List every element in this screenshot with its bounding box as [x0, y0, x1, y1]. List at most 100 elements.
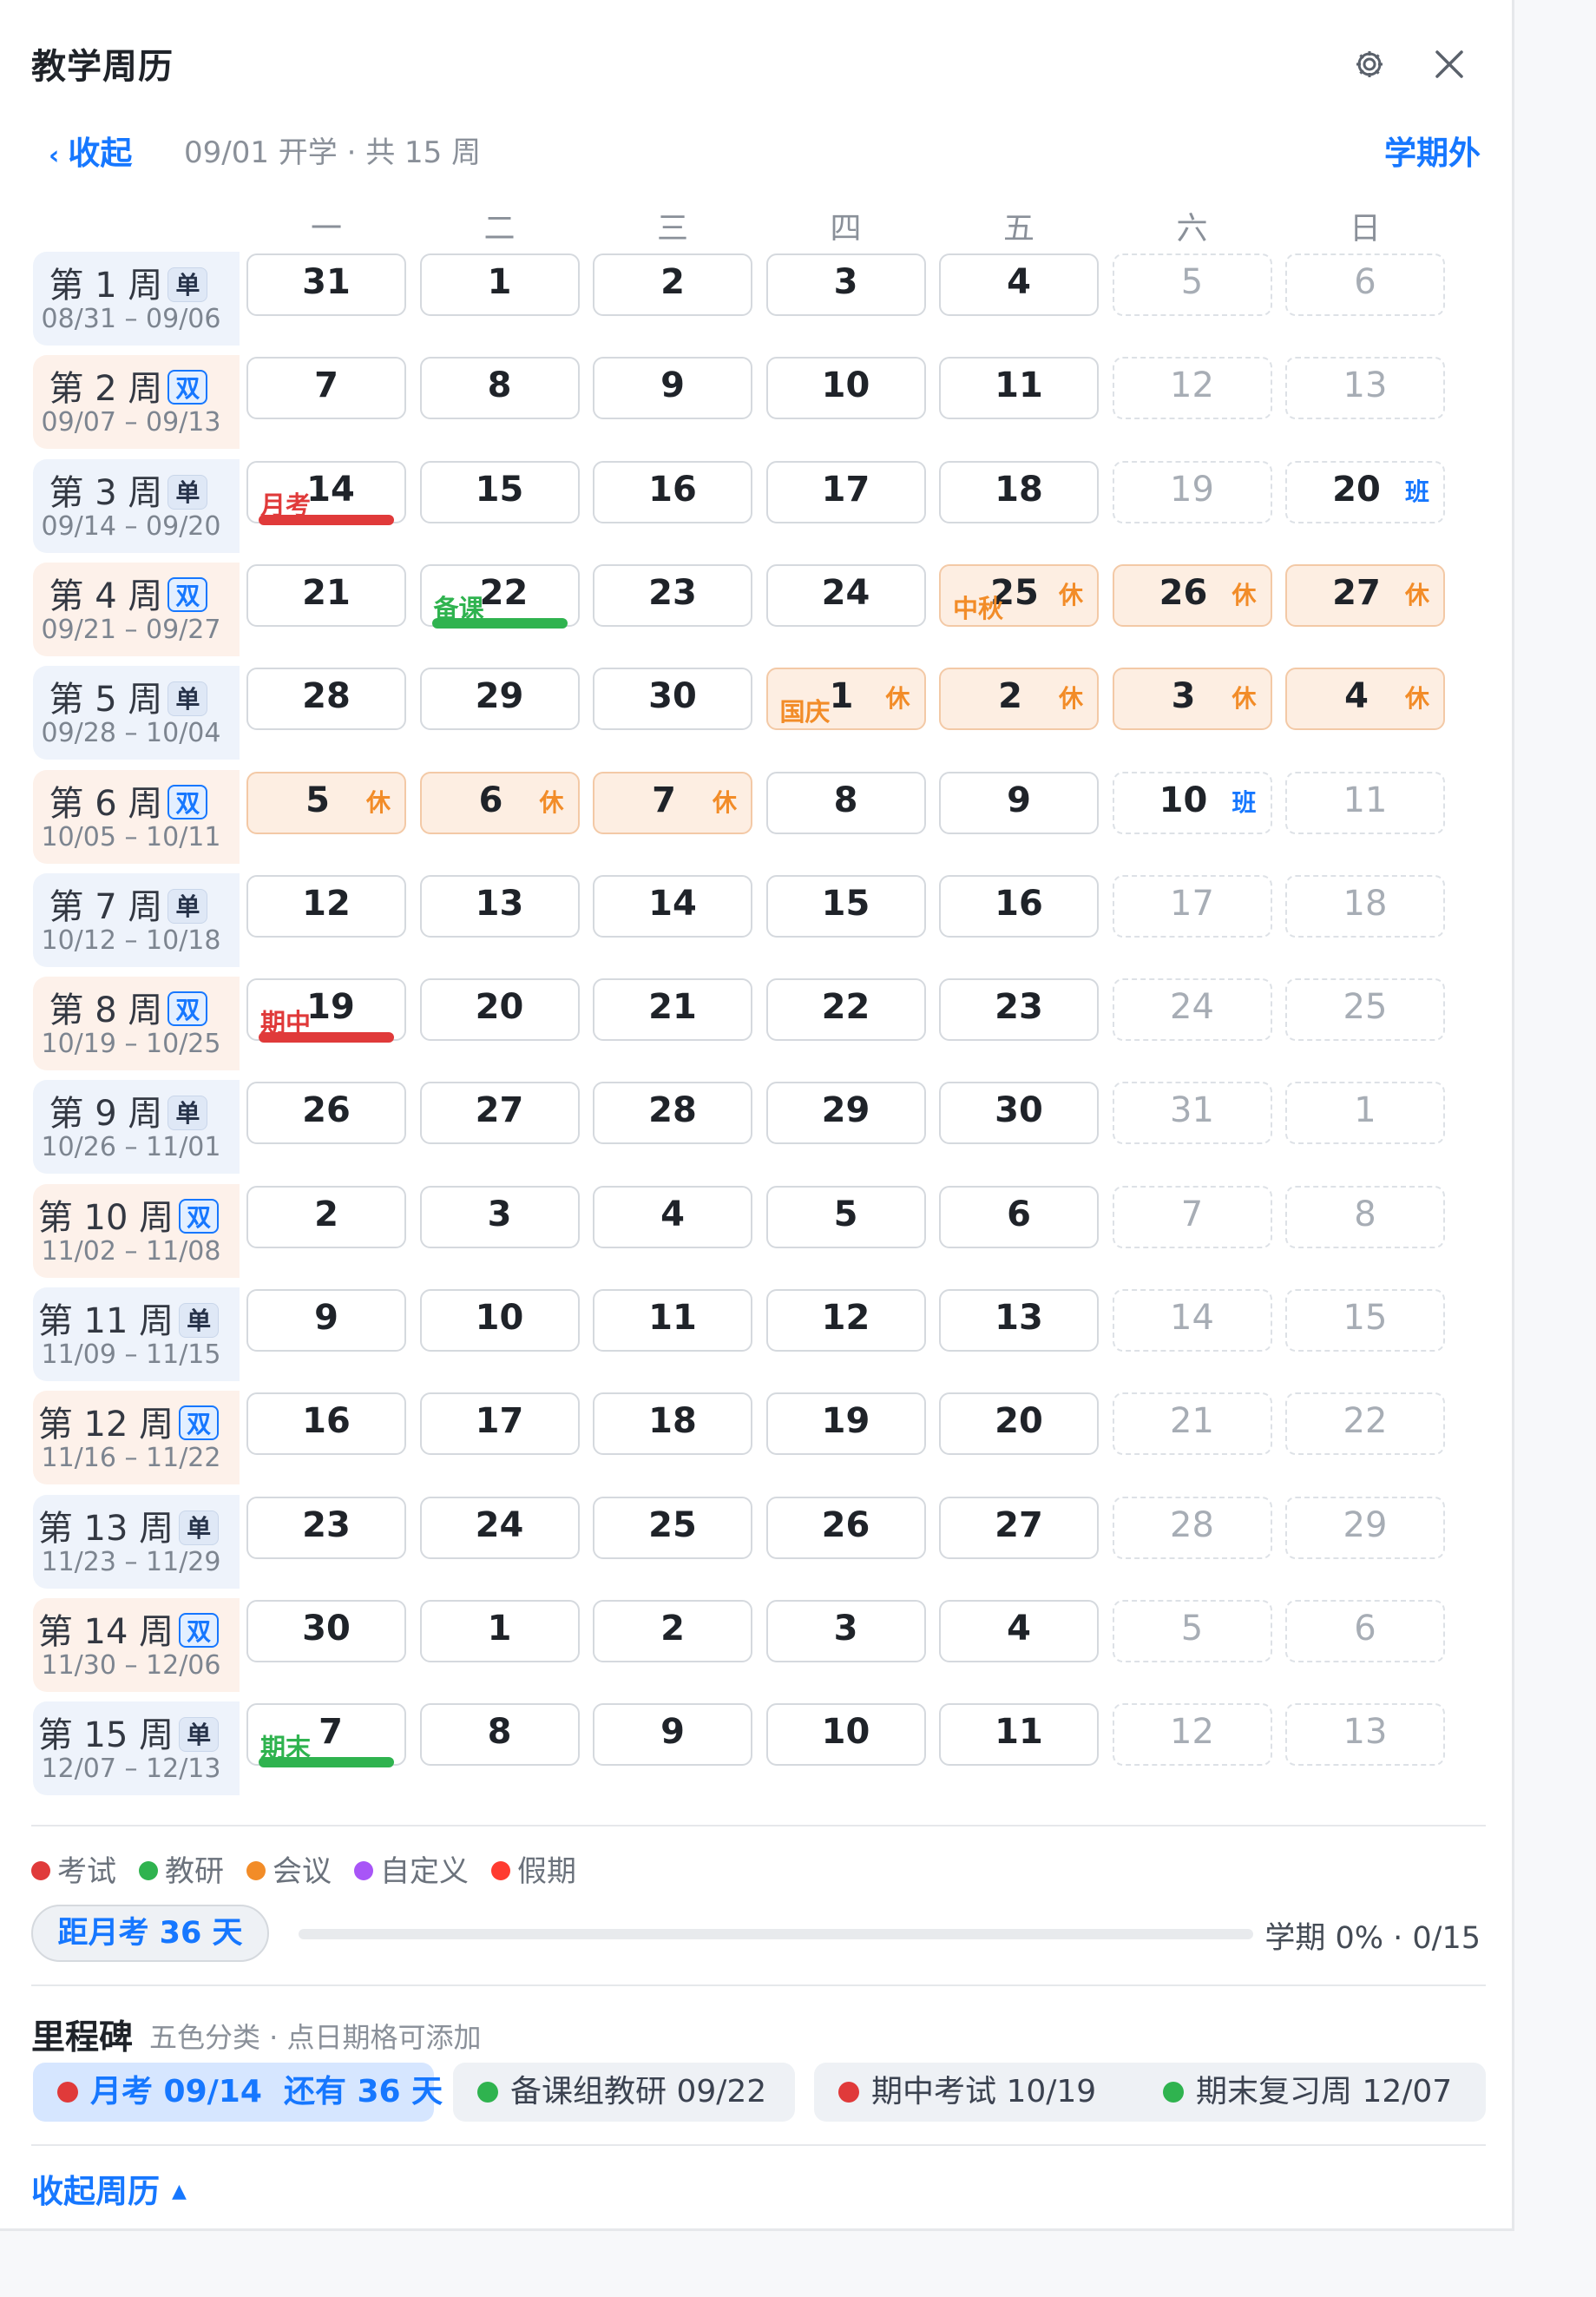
week-label[interactable]: 第 11 周单 11/09 – 11/15 [33, 1287, 240, 1381]
day-cell[interactable]: 6休 [419, 771, 580, 834]
collapse-button[interactable]: ‹ 收起 [49, 127, 132, 174]
week-label[interactable]: 第 10 周双 11/02 – 11/08 [33, 1183, 240, 1278]
out-of-term-button[interactable]: 学期外 [1384, 127, 1481, 174]
day-cell[interactable]: 8 [419, 1703, 580, 1767]
day-cell[interactable]: 4 [939, 253, 1099, 316]
day-cell[interactable]: 16 [593, 460, 752, 523]
week-label[interactable]: 第 15 周单 12/07 – 12/13 [33, 1701, 240, 1796]
day-cell[interactable]: 23 [939, 978, 1099, 1042]
countdown-pill[interactable]: 距月考 36 天 [31, 1905, 269, 1962]
day-cell[interactable]: 6 [1285, 253, 1445, 316]
day-cell[interactable]: 12 [1112, 357, 1272, 420]
day-cell[interactable]: 3 [419, 1185, 580, 1248]
day-cell[interactable]: 29 [1285, 1496, 1445, 1559]
day-cell[interactable]: 19 [765, 1392, 926, 1456]
day-cell[interactable]: 18 [1285, 874, 1445, 938]
day-cell[interactable]: 11 [939, 1703, 1099, 1767]
collapse-calendar-button[interactable]: 收起周历 ▲ [31, 2165, 187, 2212]
day-cell[interactable]: 27 [419, 1082, 580, 1145]
day-cell[interactable]: 1 [419, 253, 580, 316]
day-cell[interactable]: 1 国庆休 [765, 668, 926, 731]
day-cell[interactable]: 8 [765, 771, 926, 834]
milestone-chip[interactable]: 期末复习周 12/07 [1139, 2063, 1486, 2122]
day-cell[interactable]: 18 [939, 460, 1099, 523]
day-cell[interactable]: 10 班 [1112, 771, 1272, 834]
week-label[interactable]: 第 1 周单 08/31 – 09/06 [33, 252, 240, 346]
week-label[interactable]: 第 2 周双 09/07 – 09/13 [33, 355, 240, 450]
day-cell[interactable]: 25 中秋休 [939, 563, 1099, 627]
day-cell[interactable]: 17 [419, 1392, 580, 1456]
day-cell[interactable]: 15 [1285, 1289, 1445, 1352]
day-cell[interactable]: 11 [1285, 771, 1445, 834]
day-cell[interactable]: 8 [419, 357, 580, 420]
day-cell[interactable]: 30 [939, 1082, 1099, 1145]
day-cell[interactable]: 12 [1112, 1703, 1272, 1767]
day-cell[interactable]: 10 [765, 1703, 926, 1767]
day-cell[interactable]: 24 [419, 1496, 580, 1559]
day-cell[interactable]: 25 [1285, 978, 1445, 1042]
day-cell[interactable]: 2休 [939, 668, 1099, 731]
day-cell[interactable]: 19 期中 [246, 978, 406, 1043]
day-cell[interactable]: 14 月考 [246, 460, 406, 525]
day-cell[interactable]: 1 [419, 1599, 580, 1662]
day-cell[interactable]: 9 [939, 771, 1099, 834]
day-cell[interactable]: 3 [765, 1599, 926, 1662]
day-cell[interactable]: 13 [419, 874, 580, 938]
day-cell[interactable]: 15 [765, 874, 926, 938]
day-cell[interactable]: 6 [939, 1185, 1099, 1248]
day-cell[interactable]: 21 [246, 563, 406, 627]
close-icon[interactable] [1430, 45, 1468, 83]
milestone-chip[interactable]: 期中考试 10/19 [814, 2063, 1172, 2122]
day-cell[interactable]: 12 [765, 1289, 926, 1352]
week-label[interactable]: 第 4 周双 09/21 – 09/27 [33, 562, 240, 656]
day-cell[interactable]: 3 [765, 253, 926, 316]
day-cell[interactable]: 7 [1112, 1185, 1272, 1248]
day-cell[interactable]: 5 [1112, 253, 1272, 316]
day-cell[interactable]: 30 [246, 1599, 406, 1662]
week-label[interactable]: 第 13 周单 11/23 – 11/29 [33, 1494, 240, 1589]
week-label[interactable]: 第 3 周单 09/14 – 09/20 [33, 458, 240, 553]
week-label[interactable]: 第 6 周双 10/05 – 10/11 [33, 769, 240, 864]
day-cell[interactable]: 25 [593, 1496, 752, 1559]
day-cell[interactable]: 30 [593, 668, 752, 731]
day-cell[interactable]: 31 [1112, 1082, 1272, 1145]
day-cell[interactable]: 13 [1285, 1703, 1445, 1767]
day-cell[interactable]: 4休 [1285, 668, 1445, 731]
milestone-chip[interactable]: 月考 09/14 还有 36 天 [33, 2063, 443, 2122]
day-cell[interactable]: 2 [593, 1599, 752, 1662]
day-cell[interactable]: 8 [1285, 1185, 1445, 1248]
week-label[interactable]: 第 12 周双 11/16 – 11/22 [33, 1391, 240, 1485]
day-cell[interactable]: 4 [593, 1185, 752, 1248]
day-cell[interactable]: 24 [1112, 978, 1272, 1042]
day-cell[interactable]: 7休 [593, 771, 752, 834]
day-cell[interactable]: 7 [246, 357, 406, 420]
day-cell[interactable]: 5 [765, 1185, 926, 1248]
day-cell[interactable]: 2 [246, 1185, 406, 1248]
day-cell[interactable]: 10 [765, 357, 926, 420]
day-cell[interactable]: 9 [593, 1703, 752, 1767]
day-cell[interactable]: 3休 [1112, 668, 1272, 731]
day-cell[interactable]: 12 [246, 874, 406, 938]
day-cell[interactable]: 26 [246, 1082, 406, 1145]
week-label[interactable]: 第 14 周双 11/30 – 12/06 [33, 1597, 240, 1692]
day-cell[interactable]: 28 [1112, 1496, 1272, 1559]
day-cell[interactable]: 5 [1112, 1599, 1272, 1662]
day-cell[interactable]: 10 [419, 1289, 580, 1352]
day-cell[interactable]: 16 [939, 874, 1099, 938]
day-cell[interactable]: 29 [419, 668, 580, 731]
day-cell[interactable]: 29 [765, 1082, 926, 1145]
day-cell[interactable]: 27 [939, 1496, 1099, 1559]
day-cell[interactable]: 28 [593, 1082, 752, 1145]
day-cell[interactable]: 22 [765, 978, 926, 1042]
day-cell[interactable]: 20 班 [1285, 460, 1445, 523]
day-cell[interactable]: 28 [246, 668, 406, 731]
day-cell[interactable]: 27 休 [1285, 563, 1445, 627]
day-cell[interactable]: 17 [1112, 874, 1272, 938]
day-cell[interactable]: 4 [939, 1599, 1099, 1662]
day-cell[interactable]: 15 [419, 460, 580, 523]
day-cell[interactable]: 21 [1112, 1392, 1272, 1456]
day-cell[interactable]: 14 [1112, 1289, 1272, 1352]
day-cell[interactable]: 14 [593, 874, 752, 938]
day-cell[interactable]: 13 [1285, 357, 1445, 420]
day-cell[interactable]: 16 [246, 1392, 406, 1456]
